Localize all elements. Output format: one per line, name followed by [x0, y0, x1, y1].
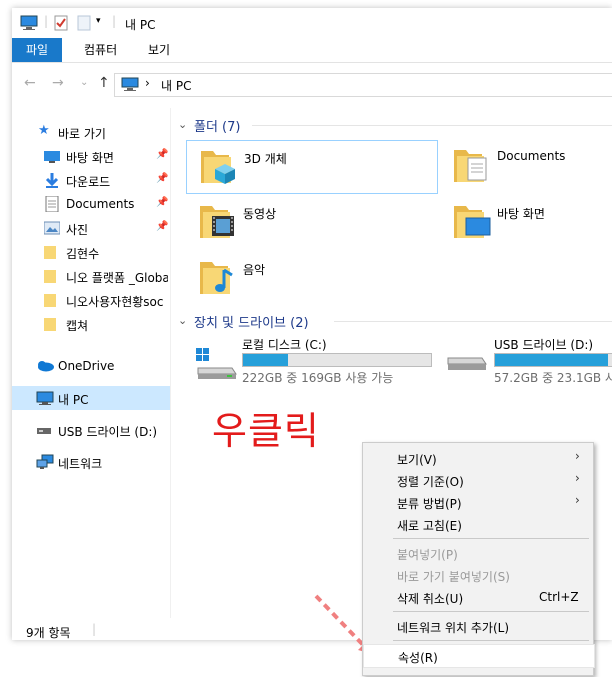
star-icon: ★: [38, 123, 50, 138]
nav-item-folder-3[interactable]: 니오사용자현황soc: [12, 288, 170, 312]
folders-header[interactable]: 폴더 (7): [194, 116, 240, 135]
menu-item-undo-delete[interactable]: 삭제 취소(U) Ctrl+Z: [363, 586, 593, 608]
breadcrumb-location[interactable]: 내 PC: [161, 77, 191, 94]
onedrive-icon: [38, 361, 54, 372]
folder-3d-objects[interactable]: 3D 개체: [186, 140, 438, 194]
submenu-arrow-icon: ›: [575, 471, 580, 485]
folder-icon: [44, 270, 56, 283]
context-menu: 보기(V) › 정렬 기준(O) › 분류 방법(P) › 새로 고침(E) 붙…: [362, 442, 595, 676]
folder-music[interactable]: 음악: [186, 252, 436, 304]
submenu-arrow-icon: ›: [575, 493, 580, 507]
right-click-annotation: 우클릭: [212, 409, 320, 453]
drive-d-name: USB 드라이브 (D:): [494, 338, 594, 352]
nav-usb-drive[interactable]: USB 드라이브 (D:): [12, 418, 170, 442]
folder-icon: [44, 246, 56, 259]
drive-c-info: 222GB 중 169GB 사용 가능: [242, 371, 394, 385]
folder-documents[interactable]: Documents: [440, 140, 612, 192]
menu-item-paste: 붙여넣기(P): [397, 548, 458, 562]
properties-icon[interactable]: [54, 15, 68, 31]
drive-c[interactable]: 로컬 디스크 (C:) 222GB 중 169GB 사용 가능: [194, 336, 444, 396]
folder-music-icon: [200, 262, 233, 294]
menu-item-add-network-location[interactable]: 네트워크 위치 추가(L): [363, 615, 593, 637]
computer-icon: [36, 391, 54, 405]
menu-separator: [393, 640, 589, 641]
desktop-icon: [44, 151, 60, 163]
collapse-folders-icon[interactable]: ⌄: [178, 118, 187, 131]
recent-locations-icon[interactable]: ⌄: [80, 77, 88, 88]
folder-3d-icon: [201, 151, 235, 184]
navigation-pane: ★ 바로 가기 바탕 화면 📌 다운로드 📌 Documents 📌 사진 📌 …: [12, 108, 170, 618]
folder-desktop-icon: [454, 206, 491, 238]
collapse-devices-icon[interactable]: ⌄: [178, 314, 187, 327]
nav-item-downloads[interactable]: 다운로드 📌: [12, 168, 170, 192]
menu-item-refresh[interactable]: 새로 고침(E): [363, 513, 593, 535]
ribbon: 파일 컴퓨터 보기: [12, 38, 612, 63]
nav-item-folder-1[interactable]: 김현수: [12, 240, 170, 264]
folder-icon: [44, 318, 56, 331]
menu-item-sort[interactable]: 정렬 기준(O) ›: [363, 469, 593, 491]
pin-icon: 📌: [156, 149, 169, 160]
drive-d-usage-bar: [494, 353, 612, 367]
tab-computer[interactable]: 컴퓨터: [72, 38, 129, 62]
nav-item-desktop[interactable]: 바탕 화면 📌: [12, 144, 170, 168]
up-icon[interactable]: ↑: [98, 75, 110, 91]
customize-dropdown-icon[interactable]: ▾: [96, 16, 101, 26]
menu-item-group[interactable]: 분류 방법(P) ›: [363, 491, 593, 513]
menu-separator: [393, 538, 589, 539]
windows-drive-icon: [196, 348, 237, 379]
pictures-icon: [44, 221, 60, 235]
nav-item-folder-4[interactable]: 캡쳐: [12, 312, 170, 336]
menu-item-properties[interactable]: 속성(R): [363, 644, 595, 668]
window-title: 내 PC: [125, 18, 156, 32]
address-bar[interactable]: › 내 PC: [114, 73, 612, 97]
tab-file[interactable]: 파일: [12, 38, 63, 62]
folder-videos-icon: [200, 206, 234, 238]
forward-icon[interactable]: →: [52, 75, 64, 91]
folder-videos[interactable]: 동영상: [186, 196, 436, 248]
nav-item-documents[interactable]: Documents 📌: [12, 192, 170, 216]
network-icon: [36, 454, 54, 469]
download-icon: [45, 173, 59, 188]
submenu-arrow-icon: ›: [575, 449, 580, 463]
nav-quick-access[interactable]: ★ 바로 가기: [12, 120, 170, 144]
devices-header[interactable]: 장치 및 드라이브 (2): [194, 312, 309, 331]
usb-drive-icon: [447, 357, 487, 370]
pin-icon: 📌: [156, 221, 169, 232]
folder-desktop[interactable]: 바탕 화면: [440, 196, 612, 248]
pin-icon: 📌: [156, 197, 169, 208]
drive-c-usage-bar: [242, 353, 432, 367]
document-icon: [45, 196, 59, 212]
menu-item-view[interactable]: 보기(V) ›: [363, 447, 593, 469]
folder-documents-icon: [454, 150, 487, 182]
drive-c-name: 로컬 디스크 (C:): [242, 338, 327, 352]
drive-d-info: 57.2GB 중 23.1GB 사용: [494, 371, 612, 385]
nav-network[interactable]: 네트워크: [12, 450, 170, 474]
new-folder-icon[interactable]: [77, 15, 91, 31]
back-icon[interactable]: ←: [24, 75, 36, 91]
nav-onedrive[interactable]: OneDrive: [12, 354, 170, 378]
navigation-bar: ← → ⌄ ↑ › 내 PC: [12, 68, 612, 98]
nav-item-folder-2[interactable]: 니오 플랫폼 _Globa: [12, 264, 170, 288]
computer-icon: [121, 77, 139, 91]
menu-item-paste-shortcut: 바로 가기 붙여넣기(S): [397, 570, 510, 584]
usb-icon: [37, 428, 51, 434]
undo-shortcut: Ctrl+Z: [539, 590, 579, 604]
folder-icon: [44, 294, 56, 307]
pane-divider[interactable]: [170, 108, 171, 618]
status-item-count: 9개 항목: [26, 626, 71, 640]
title-bar: | ▾ | 내 PC: [12, 8, 612, 38]
nav-item-pictures[interactable]: 사진 📌: [12, 216, 170, 240]
nav-this-pc[interactable]: 내 PC: [12, 386, 170, 410]
breadcrumb-separator[interactable]: ›: [145, 76, 150, 90]
menu-separator: [393, 611, 589, 612]
drive-d[interactable]: USB 드라이브 (D:) 57.2GB 중 23.1GB 사용: [446, 336, 612, 396]
pin-icon: 📌: [156, 173, 169, 184]
tab-view[interactable]: 보기: [136, 38, 182, 62]
computer-icon: [20, 15, 38, 30]
